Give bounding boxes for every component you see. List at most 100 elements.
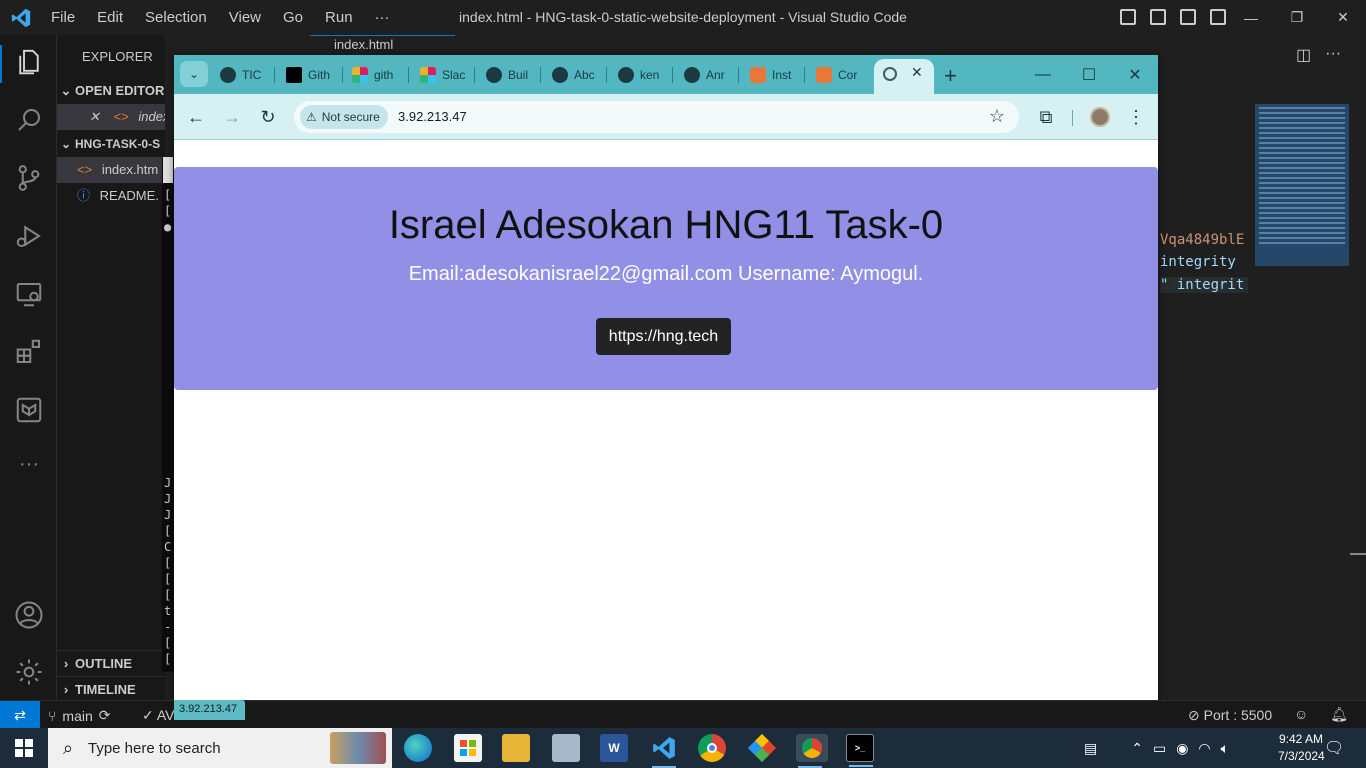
sync-icon[interactable]: ⟳ [99, 707, 111, 724]
taskbar-search[interactable]: ⌕ Type here to search [48, 728, 392, 768]
back-arrow-icon[interactable]: ← [184, 105, 208, 129]
battery-icon[interactable]: ▭ [1153, 740, 1166, 757]
git-kraken-icon[interactable] [747, 733, 777, 763]
minimize-icon[interactable]: — [1228, 0, 1274, 35]
folder-section[interactable]: ⌄ HNG-TASK-0-S [57, 131, 165, 157]
terminal-line: [ [164, 652, 172, 666]
editor-tab[interactable]: index.html [310, 35, 455, 57]
browser-tab[interactable]: ken [618, 61, 666, 89]
menu-selection[interactable]: Selection [134, 9, 218, 26]
minimize-icon[interactable]: — [1020, 55, 1066, 94]
terminal-line: J [164, 508, 172, 522]
active-browser-tab[interactable]: ✕ [874, 59, 934, 94]
reload-icon[interactable]: ↻ [256, 105, 280, 129]
start-button[interactable] [0, 728, 48, 768]
browser-tab[interactable]: Cor [816, 61, 864, 89]
more-actions-icon[interactable]: ··· [1325, 45, 1341, 65]
profile-avatar-icon[interactable] [1088, 105, 1112, 129]
browser-tab[interactable]: Slac [420, 61, 468, 89]
word-icon[interactable]: W [600, 734, 628, 762]
open-editor-item[interactable]: ✕ <> index.htm [57, 104, 165, 130]
terraform-icon[interactable] [14, 395, 44, 425]
menu-file[interactable]: File [40, 9, 86, 26]
timeline-section[interactable]: › TIMELINE [57, 676, 165, 700]
vscode-taskbar-icon[interactable] [650, 734, 678, 768]
tab-search-button[interactable]: ⌄ [180, 61, 208, 87]
github-icon [552, 67, 568, 83]
live-server-port[interactable]: ⊘ Port : 5500 [1188, 707, 1272, 724]
menu-run[interactable]: Run [314, 9, 364, 26]
menu-more[interactable]: ··· [364, 9, 401, 26]
more-icon[interactable]: ··· [14, 453, 44, 483]
run-debug-icon[interactable] [14, 221, 44, 251]
edge-icon[interactable] [404, 734, 432, 762]
extensions-icon[interactable] [14, 337, 44, 367]
file-item-index[interactable]: <> index.htm [57, 157, 165, 183]
close-tab-icon[interactable]: ✕ [911, 64, 923, 81]
close-editor-icon[interactable]: ✕ [89, 109, 100, 124]
settings-gear-icon[interactable] [14, 657, 44, 687]
notification-icon[interactable]: 🗨︎ [1324, 738, 1344, 758]
chevron-up-icon[interactable]: ⌃ [1131, 740, 1143, 757]
hng-link-button[interactable]: https://hng.tech [596, 318, 731, 355]
security-chip[interactable]: ⚠ Not secure [300, 105, 388, 129]
kebab-menu-icon[interactable]: ⋮ [1124, 105, 1148, 129]
outline-section[interactable]: › OUTLINE [57, 650, 165, 676]
toggle-sidebar-icon[interactable] [1120, 9, 1136, 25]
explorer-icon[interactable] [14, 47, 44, 77]
restore-icon[interactable]: ❐ [1274, 0, 1320, 35]
address-bar[interactable]: ⚠ Not secure 3.92.213.47 ☆ [294, 101, 1019, 133]
browser-tab[interactable]: gith [352, 61, 404, 89]
browser-tab[interactable]: TIC [220, 61, 268, 89]
chrome-active-icon[interactable] [796, 734, 828, 768]
feedback-icon[interactable]: ☺ [1294, 706, 1308, 723]
split-editor-icon[interactable]: ◫ [1296, 45, 1311, 65]
browser-tab[interactable]: Inst [750, 61, 798, 89]
menu-edit[interactable]: Edit [86, 9, 134, 26]
wifi-icon[interactable]: ◠ [1198, 740, 1210, 757]
maximize-icon[interactable]: ☐ [1066, 55, 1112, 94]
file-item-readme[interactable]: ⓘ README. [57, 183, 165, 209]
forward-arrow-icon[interactable]: → [220, 105, 244, 129]
new-tab-button[interactable]: + [944, 63, 957, 89]
minimap[interactable] [1255, 104, 1349, 266]
chevron-right-icon: › [63, 682, 69, 697]
status-check[interactable]: ✓ AV [142, 707, 175, 724]
store-icon[interactable] [454, 734, 482, 762]
browser-tab[interactable]: Gith [286, 61, 336, 89]
chrome-icon[interactable] [698, 734, 726, 762]
url-text[interactable]: 3.92.213.47 [398, 109, 467, 124]
terminal-icon[interactable]: >_ [846, 734, 874, 767]
system-clock[interactable]: 9:42 AM 7/3/2024 [1278, 731, 1325, 765]
browser-tab[interactable]: Abc [552, 61, 600, 89]
toggle-secondary-sidebar-icon[interactable] [1180, 9, 1196, 25]
search-icon[interactable] [14, 105, 44, 135]
toggle-panel-icon[interactable] [1150, 9, 1166, 25]
account-icon[interactable] [14, 600, 44, 630]
customize-layout-icon[interactable] [1210, 9, 1226, 25]
bell-icon[interactable]: 🔔︎ [1330, 706, 1348, 723]
windows-taskbar: ⌕ Type here to search W >_ ▤ ⌃ ▭ ◉ ◠ 🔈︎ … [0, 728, 1366, 768]
branch-indicator[interactable]: ⑂ main ⟳ [48, 707, 111, 724]
remote-desktop-icon[interactable] [552, 734, 580, 762]
close-icon[interactable]: ✕ [1112, 55, 1158, 94]
news-widget-icon[interactable]: ▤ [1084, 740, 1097, 757]
remote-indicator-icon[interactable]: ⇄ [0, 701, 40, 729]
extensions-puzzle-icon[interactable]: ⧉ [1034, 105, 1058, 129]
menu-go[interactable]: Go [272, 9, 314, 26]
remote-explorer-icon[interactable] [14, 279, 44, 309]
open-editors-section[interactable]: ⌄ OPEN EDITORS [57, 78, 165, 104]
chevron-down-icon: ⌄ [60, 137, 72, 151]
bookmark-star-icon[interactable]: ☆ [989, 106, 1005, 127]
browser-tab[interactable]: Anr [684, 61, 732, 89]
source-control-icon[interactable] [14, 163, 44, 193]
vscode-window-controls: — ❐ ✕ [1228, 0, 1366, 35]
menu-view[interactable]: View [218, 9, 272, 26]
close-icon[interactable]: ✕ [1320, 0, 1366, 35]
scrollbar[interactable] [1350, 553, 1366, 555]
browser-tab[interactable]: Buil [486, 61, 534, 89]
file-explorer-icon[interactable] [502, 734, 530, 762]
terminal-line: [ [164, 588, 172, 602]
volume-icon[interactable]: 🔈︎ [1221, 740, 1229, 757]
meet-now-icon[interactable]: ◉ [1176, 740, 1188, 757]
